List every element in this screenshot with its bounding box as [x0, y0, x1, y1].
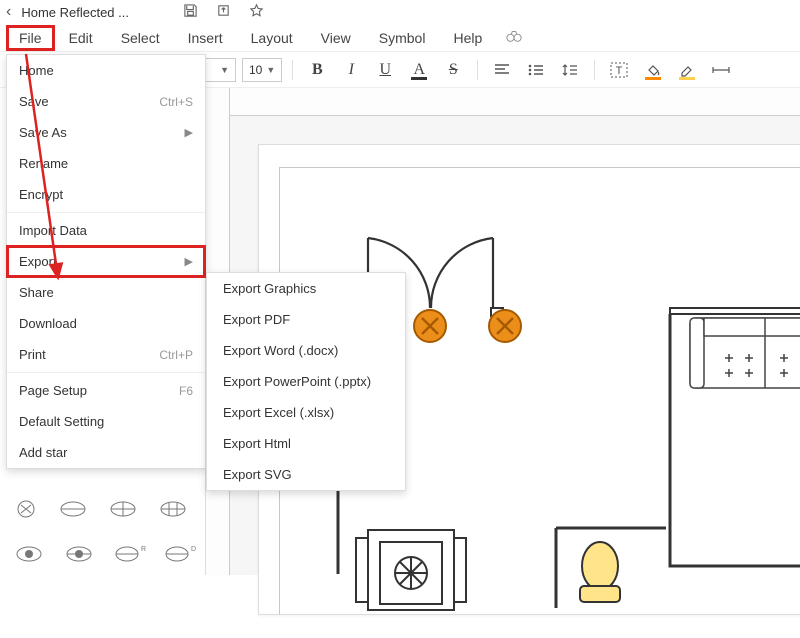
label: Download — [19, 316, 77, 331]
chevron-down-icon: ▼ — [266, 65, 275, 75]
star-icon[interactable] — [249, 3, 264, 21]
separator — [477, 60, 478, 80]
underline-button[interactable]: U — [371, 56, 399, 84]
symbol-light-2[interactable] — [64, 543, 94, 568]
export-submenu: Export Graphics Export PDF Export Word (… — [206, 272, 406, 491]
fill-color-button[interactable] — [639, 56, 667, 84]
export-html[interactable]: Export Html — [207, 428, 405, 459]
menu-insert[interactable]: Insert — [174, 26, 237, 50]
save-icon[interactable] — [183, 3, 198, 21]
svg-text:R: R — [141, 546, 146, 553]
export-word[interactable]: Export Word (.docx) — [207, 335, 405, 366]
symbol-d[interactable]: D — [164, 543, 194, 568]
binoculars-icon[interactable] — [506, 29, 522, 46]
dimension-button[interactable] — [707, 56, 735, 84]
file-add-star[interactable]: Add star — [7, 437, 205, 468]
textbox-button[interactable]: T — [605, 56, 633, 84]
spacing-button[interactable] — [556, 56, 584, 84]
italic-button[interactable]: I — [337, 56, 365, 84]
menu-view[interactable]: View — [307, 26, 365, 50]
file-rename[interactable]: Rename — [7, 148, 205, 179]
bullets-button[interactable] — [522, 56, 550, 84]
title-bar: ‹ Home Reflected ... — [0, 0, 800, 24]
symbol-switch[interactable] — [58, 498, 88, 523]
label: Home — [19, 63, 54, 78]
svg-text:T: T — [616, 65, 623, 77]
export-svg[interactable]: Export SVG — [207, 459, 405, 490]
menu-edit[interactable]: Edit — [55, 26, 107, 50]
symbol-outlet[interactable] — [14, 498, 38, 523]
strikethrough-button[interactable]: S — [439, 56, 467, 84]
font-size-combo[interactable]: 10 ▼ — [242, 58, 282, 82]
align-button[interactable] — [488, 56, 516, 84]
file-share[interactable]: Share — [7, 277, 205, 308]
label: Default Setting — [19, 414, 104, 429]
label: Import Data — [19, 223, 87, 238]
export-pdf[interactable]: Export PDF — [207, 304, 405, 335]
separator — [292, 60, 293, 80]
font-color-button[interactable]: A — [405, 56, 433, 84]
ruler-horizontal — [230, 88, 800, 116]
file-export[interactable]: Export ▶ — [7, 246, 205, 277]
highlight-button[interactable] — [673, 56, 701, 84]
share-icon[interactable] — [216, 3, 231, 21]
file-print[interactable]: Print Ctrl+P — [7, 339, 205, 370]
shortcut: Ctrl+P — [159, 348, 193, 362]
shortcut: F6 — [179, 384, 193, 398]
export-ppt[interactable]: Export PowerPoint (.pptx) — [207, 366, 405, 397]
chevron-right-icon: ▶ — [185, 126, 193, 139]
label: Save As — [19, 125, 67, 140]
file-encrypt[interactable]: Encrypt — [7, 179, 205, 210]
file-home[interactable]: Home — [7, 55, 205, 86]
symbol-r[interactable]: R — [114, 543, 144, 568]
document-title: Home Reflected ... — [21, 5, 129, 20]
bold-button[interactable]: B — [303, 56, 331, 84]
menu-file[interactable]: File — [6, 25, 55, 51]
menu-select[interactable]: Select — [107, 26, 174, 50]
export-excel[interactable]: Export Excel (.xlsx) — [207, 397, 405, 428]
symbol-switch-2[interactable] — [108, 498, 138, 523]
chevron-down-icon: ▼ — [220, 65, 229, 75]
label: Share — [19, 285, 54, 300]
file-save[interactable]: Save Ctrl+S — [7, 86, 205, 117]
label: Add star — [19, 445, 67, 460]
label: Save — [19, 94, 49, 109]
file-dropdown: Home SaveCtrl+S Save As▶ Rename Encrypt … — [6, 54, 206, 469]
label: Page Setup — [19, 383, 87, 398]
svg-text:D: D — [191, 546, 196, 553]
file-import[interactable]: Import Data — [7, 215, 205, 246]
file-default-setting[interactable]: Default Setting — [7, 406, 205, 437]
menu-help[interactable]: Help — [439, 26, 496, 50]
separator — [7, 372, 205, 373]
label: Encrypt — [19, 187, 63, 202]
label: Print — [19, 347, 46, 362]
file-page-setup[interactable]: Page Setup F6 — [7, 375, 205, 406]
back-icon[interactable]: ‹ — [6, 3, 11, 21]
file-save-as[interactable]: Save As ▶ — [7, 117, 205, 148]
symbol-switch-3[interactable] — [158, 498, 188, 523]
menu-layout[interactable]: Layout — [237, 26, 307, 50]
menu-bar: File Edit Select Insert Layout View Symb… — [0, 24, 800, 52]
chevron-right-icon: ▶ — [185, 255, 193, 268]
symbol-light[interactable] — [14, 543, 44, 568]
label: Export — [19, 254, 57, 269]
menu-symbol[interactable]: Symbol — [365, 26, 440, 50]
separator — [594, 60, 595, 80]
separator — [7, 212, 205, 213]
export-graphics[interactable]: Export Graphics — [207, 273, 405, 304]
font-size: 10 — [249, 63, 262, 77]
label: Rename — [19, 156, 68, 171]
shortcut: Ctrl+S — [159, 95, 193, 109]
file-download[interactable]: Download — [7, 308, 205, 339]
